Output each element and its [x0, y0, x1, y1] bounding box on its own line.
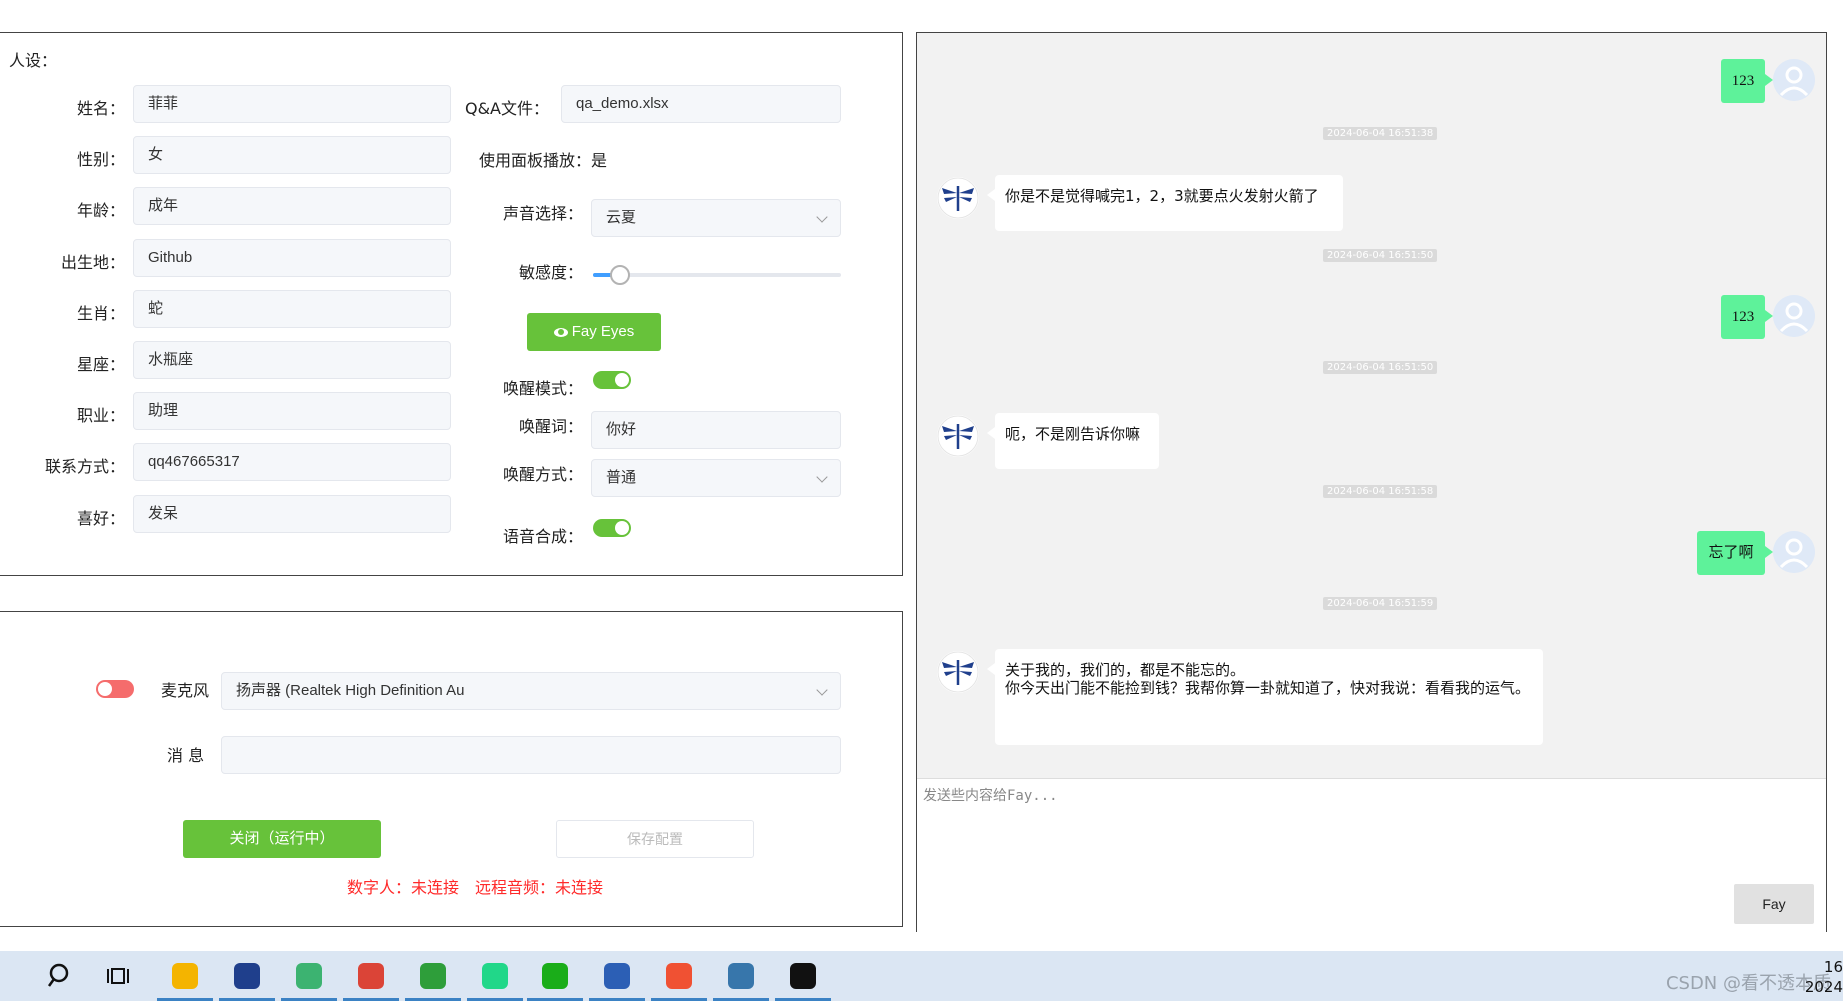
- message-timestamp: 2024-06-04 16:51:50: [1323, 361, 1438, 374]
- hobby-label: 喜好：: [76, 508, 125, 528]
- message-timestamp: 2024-06-04 16:51:59: [1323, 597, 1438, 610]
- send-button[interactable]: Fay: [1734, 884, 1814, 924]
- sensitivity-label: 敏感度：: [518, 263, 583, 282]
- git-icon[interactable]: [664, 961, 694, 991]
- voice-select[interactable]: 云夏: [591, 199, 841, 237]
- occupation-label: 职业：: [76, 406, 125, 426]
- wake-method-value: 普通: [606, 469, 637, 486]
- occupation-input[interactable]: 助理: [133, 392, 451, 431]
- clock-date: 2024: [1804, 978, 1843, 996]
- fay-eyes-button[interactable]: Fay Eyes: [527, 313, 661, 351]
- pycharm-icon[interactable]: [480, 961, 510, 991]
- user-avatar-icon: [1773, 59, 1815, 101]
- system-clock[interactable]: 16 2024: [1805, 957, 1843, 997]
- user-avatar-icon: [1773, 295, 1815, 337]
- file-explorer-icon[interactable]: [170, 961, 200, 991]
- voice-select-value: 云夏: [606, 209, 637, 226]
- user-avatar-icon: [1773, 531, 1815, 573]
- unreal-engine-icon[interactable]: [788, 961, 818, 991]
- clock-time: 16: [1823, 958, 1843, 976]
- tts-toggle[interactable]: [593, 519, 631, 537]
- age-input[interactable]: 成年: [133, 187, 451, 226]
- windows-taskbar: CSDN @看不透本质 16 2024: [0, 951, 1843, 1001]
- mic-toggle[interactable]: [96, 680, 134, 698]
- persona-settings-panel: 人设： 姓名： 菲菲 性别：女年龄： 成年 出生地： Github 生肖：蛇星座： 水瓶座 职业…: [0, 32, 903, 576]
- constellation-input[interactable]: 水瓶座: [133, 341, 451, 379]
- mic-device-value: 扬声器 (Realtek High Definition Au: [236, 682, 465, 699]
- chat-input-area[interactable]: 发送些内容给Fay... Fay: [917, 778, 1826, 932]
- toggle-knob: [98, 682, 112, 696]
- fay-eyes-button-label: Fay Eyes: [571, 323, 635, 340]
- voice-select-label: 声音选择：: [502, 204, 583, 223]
- fay-dragonfly-avatar-icon: [937, 177, 979, 219]
- persona-section-label: 人设：: [9, 51, 58, 70]
- digital-human-status: 数字人：未连接: [347, 878, 460, 897]
- ie-browser-icon[interactable]: [294, 961, 324, 991]
- panel-play-label-text: 使用面板播放：: [479, 151, 592, 170]
- user-message-bubble: 忘了啊: [1697, 531, 1773, 575]
- chat-input-placeholder: 发送些内容给Fay...: [923, 788, 1058, 804]
- eye-icon: [553, 327, 568, 337]
- message-label: 消 息: [167, 746, 205, 765]
- save-config-button[interactable]: 保存配置: [556, 820, 754, 858]
- zodiac-animal-label: 生肖：: [76, 303, 125, 323]
- wechat-icon[interactable]: [540, 961, 570, 991]
- runtime-controls-panel: 麦克风 扬声器 (Realtek High Definition Au 消 息 …: [0, 611, 903, 927]
- wake-mode-label: 唤醒模式：: [502, 379, 583, 398]
- fay-message-bubble: 你是不是觉得喊完1，2，3就要点火发射火箭了: [987, 175, 1343, 231]
- contact-label: 联系方式：: [44, 457, 125, 477]
- close-running-button[interactable]: 关闭（运行中）: [183, 820, 381, 858]
- name-label: 姓名：: [76, 99, 125, 118]
- birthplace-input[interactable]: Github: [133, 238, 451, 277]
- message-timestamp: 2024-06-04 16:51:38: [1323, 127, 1438, 140]
- birthplace-label: 出生地：: [60, 252, 125, 272]
- fay-dragonfly-avatar-icon: [937, 415, 979, 457]
- fay-dragonfly-avatar-icon: [937, 651, 979, 693]
- wake-word-label: 唤醒词：: [518, 417, 583, 436]
- contact-input[interactable]: qq467665317: [133, 443, 451, 482]
- mic-device-select[interactable]: 扬声器 (Realtek High Definition Au: [221, 672, 841, 710]
- wake-mode-toggle[interactable]: [593, 371, 631, 389]
- sensitivity-slider-handle[interactable]: [609, 265, 630, 285]
- wake-word-input[interactable]: 你好: [591, 411, 841, 449]
- chrome-icon[interactable]: [356, 961, 386, 991]
- chevron-down-icon: [816, 684, 828, 696]
- task-view-icon[interactable]: [106, 961, 136, 991]
- chat-panel: 123 2024-06-04 16:51:38 你是不是觉得喊完1，2，3就要点火发…: [916, 32, 1827, 932]
- tts-label: 语音合成：: [502, 527, 583, 546]
- gender-input[interactable]: 女: [133, 136, 451, 175]
- mic-label: 麦克风: [161, 681, 210, 700]
- user-message-bubble: 123: [1721, 295, 1773, 339]
- panel-play-value: 是: [591, 151, 608, 170]
- zodiac-animal-input[interactable]: 蛇: [133, 289, 451, 328]
- wake-method-label: 唤醒方式：: [502, 465, 583, 484]
- message-timestamp: 2024-06-04 16:51:58: [1323, 485, 1438, 498]
- constellation-label: 星座：: [76, 355, 125, 374]
- python-icon[interactable]: [726, 961, 756, 991]
- message-timestamp: 2024-06-04 16:51:50: [1323, 249, 1438, 262]
- gender-label: 性别：: [76, 150, 125, 170]
- chevron-down-icon: [816, 471, 828, 483]
- fay-message-bubble: 呃，不是刚告诉你嘛: [987, 413, 1159, 469]
- age-label: 年龄：: [76, 201, 125, 221]
- search-icon[interactable]: [46, 961, 76, 991]
- wake-method-select[interactable]: 普通: [591, 459, 841, 497]
- powershell-icon[interactable]: [602, 961, 632, 991]
- user-message-bubble: 123: [1721, 59, 1773, 103]
- remote-audio-status: 远程音频：未连接: [475, 878, 604, 897]
- toggle-knob: [615, 373, 629, 387]
- sensitivity-slider[interactable]: [593, 265, 841, 285]
- hobby-input[interactable]: 发呆: [133, 494, 451, 533]
- panel-play-label: 使用面板播放：是: [479, 147, 607, 171]
- 360-security-icon[interactable]: [418, 961, 448, 991]
- message-input[interactable]: [221, 736, 841, 774]
- fay-message-bubble: 关于我的，我们的，都是不能忘的。 你今天出门能不能捡到钱？我帮你算一卦就知道了，…: [987, 649, 1543, 745]
- chevron-down-icon: [816, 211, 828, 223]
- windows-start-icon[interactable]: [0, 961, 16, 991]
- qa-file-input[interactable]: qa_demo.xlsx: [561, 85, 841, 123]
- toggle-knob: [615, 521, 629, 535]
- fay-app-icon[interactable]: [232, 961, 262, 991]
- qa-file-label: Q&A文件：: [464, 99, 549, 118]
